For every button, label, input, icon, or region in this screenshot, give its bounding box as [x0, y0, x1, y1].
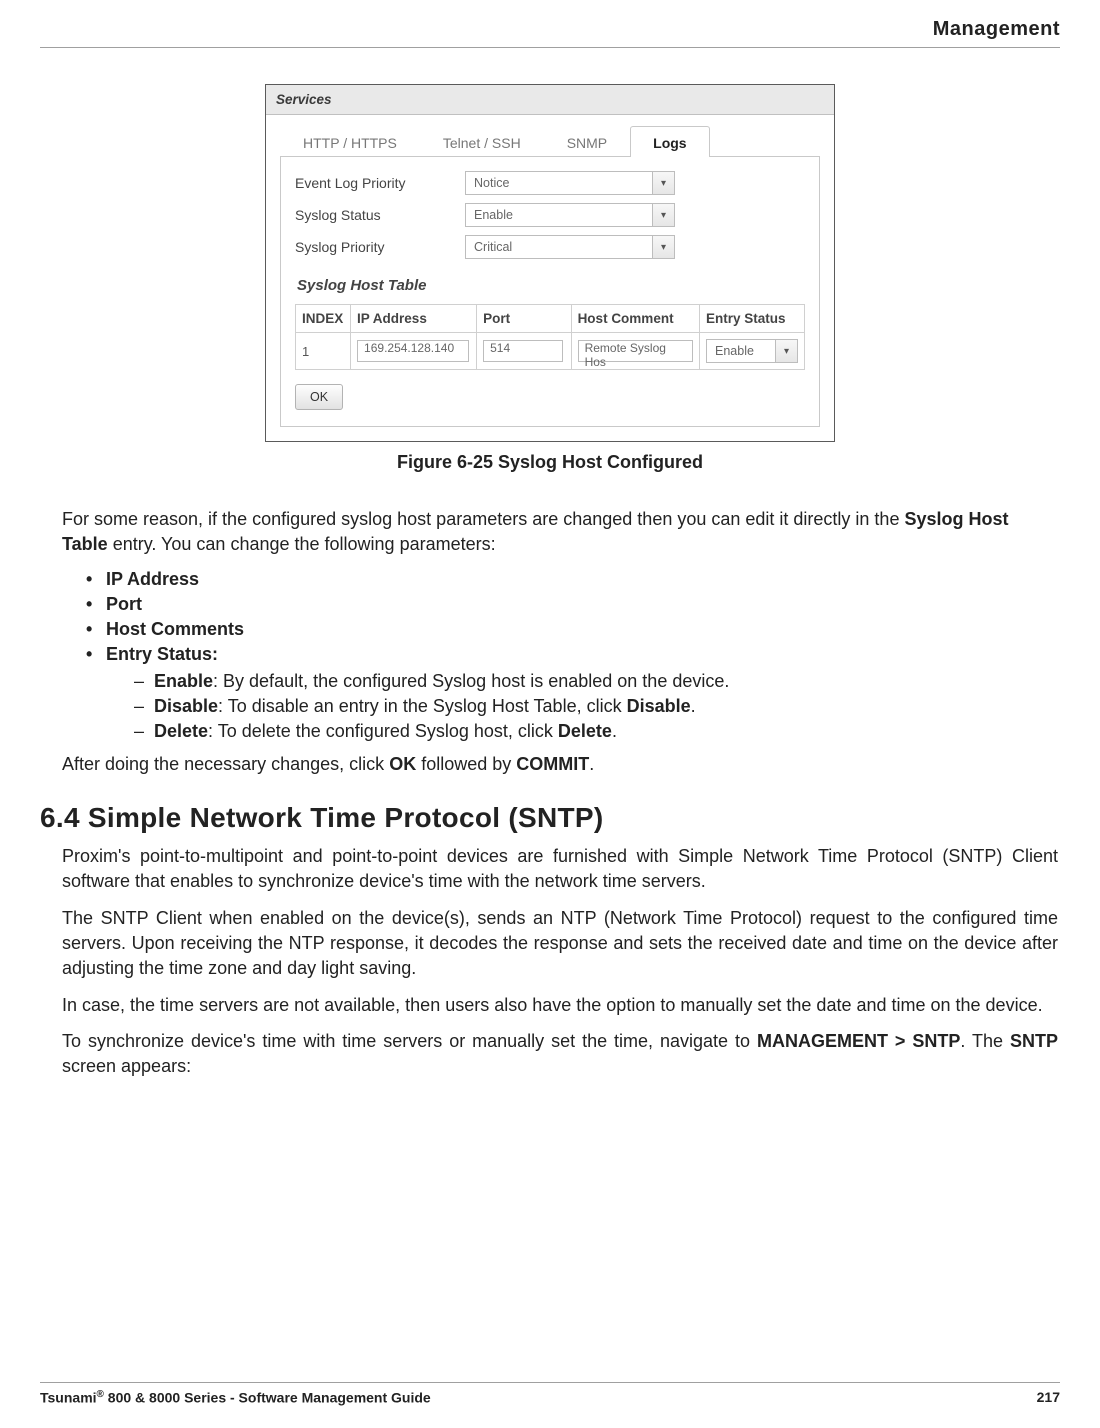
- syslog-host-table-heading: Syslog Host Table: [297, 277, 805, 294]
- label-syslog-status: Syslog Status: [295, 207, 465, 223]
- text: Tsunami: [40, 1390, 97, 1406]
- bullet-port: Port: [86, 594, 1058, 615]
- chevron-down-icon: ▾: [652, 204, 674, 226]
- text: entry. You can change the following para…: [108, 534, 496, 554]
- chevron-down-icon: ▾: [652, 236, 674, 258]
- th-port: Port: [477, 305, 571, 333]
- text-bold: Disable: [627, 696, 691, 716]
- th-entry-status: Entry Status: [700, 305, 805, 333]
- text-bold: SNTP: [1010, 1031, 1058, 1051]
- text: For some reason, if the configured syslo…: [62, 509, 904, 529]
- tab-telnet-ssh[interactable]: Telnet / SSH: [420, 126, 544, 157]
- select-syslog-status[interactable]: Enable ▾: [465, 203, 675, 227]
- tab-row: HTTP / HTTPS Telnet / SSH SNMP Logs: [266, 115, 834, 156]
- host-comment-input[interactable]: Remote Syslog Hos: [578, 340, 693, 362]
- text: .: [589, 754, 594, 774]
- text-bold: Enable: [154, 671, 213, 691]
- figure-caption: Figure 6-25 Syslog Host Configured: [40, 452, 1060, 473]
- sntp-paragraph-3: In case, the time servers are not availa…: [62, 993, 1058, 1018]
- text-bold: Entry Status:: [106, 644, 218, 664]
- registered-icon: ®: [97, 1389, 104, 1400]
- bullet-entry-status: Entry Status: Enable: By default, the co…: [86, 644, 1058, 742]
- intro-paragraph: For some reason, if the configured syslo…: [62, 507, 1058, 557]
- text-bold: Delete: [558, 721, 612, 741]
- bullet-ip-address: IP Address: [86, 569, 1058, 590]
- footer-left: Tsunami® 800 & 8000 Series - Software Ma…: [40, 1389, 431, 1406]
- text: .: [691, 696, 696, 716]
- text-bold: Delete: [154, 721, 208, 741]
- text: : By default, the configured Syslog host…: [213, 671, 729, 691]
- text: : To delete the configured Syslog host, …: [208, 721, 558, 741]
- ip-address-input[interactable]: 169.254.128.140: [357, 340, 469, 362]
- chevron-down-icon: ▾: [652, 172, 674, 194]
- text: After doing the necessary changes, click: [62, 754, 389, 774]
- port-input[interactable]: 514: [483, 340, 563, 362]
- label-event-log-priority: Event Log Priority: [295, 175, 465, 191]
- sntp-paragraph-1: Proxim's point-to-multipoint and point-t…: [62, 844, 1058, 894]
- page-footer: Tsunami® 800 & 8000 Series - Software Ma…: [40, 1382, 1060, 1406]
- row-syslog-status: Syslog Status Enable ▾: [295, 203, 805, 227]
- tab-logs[interactable]: Logs: [630, 126, 709, 157]
- text: 800 & 8000 Series - Software Management …: [104, 1390, 431, 1406]
- sntp-paragraph-4: To synchronize device's time with time s…: [62, 1029, 1058, 1079]
- logs-form-area: Event Log Priority Notice ▾ Syslog Statu…: [280, 157, 820, 427]
- tab-snmp[interactable]: SNMP: [544, 126, 630, 157]
- th-index: INDEX: [296, 305, 351, 333]
- entry-status-select[interactable]: Enable ▾: [706, 339, 798, 363]
- text-bold: OK: [389, 754, 416, 774]
- text: .: [612, 721, 617, 741]
- text-bold: Disable: [154, 696, 218, 716]
- th-host-comment: Host Comment: [571, 305, 699, 333]
- parameters-bullet-list: IP Address Port Host Comments Entry Stat…: [62, 569, 1058, 742]
- body-text: For some reason, if the configured syslo…: [40, 507, 1060, 1079]
- page-number: 217: [1037, 1389, 1060, 1406]
- text-bold: COMMIT: [516, 754, 589, 774]
- select-value: Enable: [474, 208, 652, 222]
- label-syslog-priority: Syslog Priority: [295, 239, 465, 255]
- text: To synchronize device's time with time s…: [62, 1031, 757, 1051]
- syslog-host-table: INDEX IP Address Port Host Comment Entry…: [295, 304, 805, 370]
- text: screen appears:: [62, 1056, 191, 1076]
- select-value: Enable: [715, 344, 775, 358]
- header-rule: [40, 47, 1060, 48]
- subitem-disable: Disable: To disable an entry in the Sysl…: [134, 696, 1058, 717]
- tab-http-https[interactable]: HTTP / HTTPS: [280, 126, 420, 157]
- select-value: Notice: [474, 176, 652, 190]
- panel-titlebar: Services: [266, 85, 834, 115]
- select-value: Critical: [474, 240, 652, 254]
- row-syslog-priority: Syslog Priority Critical ▾: [295, 235, 805, 259]
- th-ip-address: IP Address: [351, 305, 477, 333]
- cell-index: 1: [296, 333, 351, 370]
- text: : To disable an entry in the Syslog Host…: [218, 696, 627, 716]
- text: followed by: [416, 754, 516, 774]
- table-row: 1 169.254.128.140 514 Remote Syslog Hos: [296, 333, 805, 370]
- services-panel-screenshot: Services HTTP / HTTPS Telnet / SSH SNMP …: [265, 84, 835, 442]
- table-header-row: INDEX IP Address Port Host Comment Entry…: [296, 305, 805, 333]
- section-heading-sntp: 6.4 Simple Network Time Protocol (SNTP): [40, 802, 1058, 834]
- chapter-title: Management: [40, 18, 1060, 41]
- subitem-delete: Delete: To delete the configured Syslog …: [134, 721, 1058, 742]
- select-event-log-priority[interactable]: Notice ▾: [465, 171, 675, 195]
- select-syslog-priority[interactable]: Critical ▾: [465, 235, 675, 259]
- entry-status-sublist: Enable: By default, the configured Syslo…: [106, 671, 1058, 742]
- text-bold: MANAGEMENT > SNTP: [757, 1031, 960, 1051]
- bullet-host-comments: Host Comments: [86, 619, 1058, 640]
- sntp-paragraph-2: The SNTP Client when enabled on the devi…: [62, 906, 1058, 980]
- ok-button[interactable]: OK: [295, 384, 343, 410]
- subitem-enable: Enable: By default, the configured Syslo…: [134, 671, 1058, 692]
- text: . The: [960, 1031, 1010, 1051]
- row-event-log-priority: Event Log Priority Notice ▾: [295, 171, 805, 195]
- after-changes-paragraph: After doing the necessary changes, click…: [62, 752, 1058, 777]
- chevron-down-icon: ▾: [775, 340, 797, 362]
